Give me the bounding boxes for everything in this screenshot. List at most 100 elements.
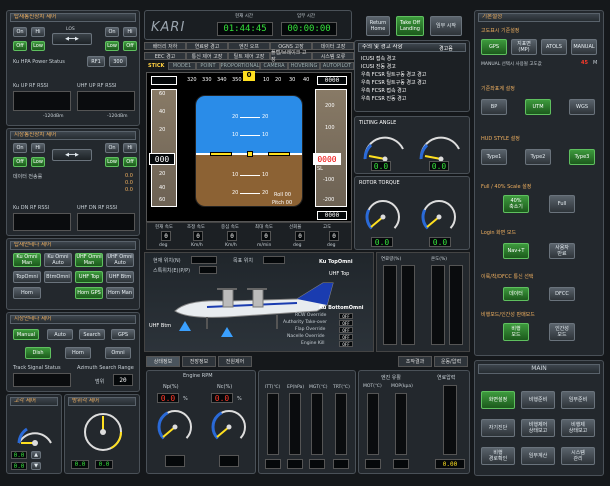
type2-button[interactable]: Type2 <box>525 149 551 165</box>
warn-tab-data[interactable]: 데이터 고장 <box>312 42 354 50</box>
off-button-2[interactable]: Off <box>123 157 137 167</box>
flight-status-report-button[interactable]: 비행제 상태보고 <box>561 419 595 437</box>
horn-button[interactable]: Horn <box>65 347 91 359</box>
override-off[interactable]: OFF <box>339 320 353 326</box>
mission-calc-button[interactable]: 임무계산 <box>521 447 555 465</box>
low-button-2[interactable]: Low <box>105 157 119 167</box>
auto-button[interactable]: Auto <box>47 329 73 340</box>
warn-tab-comm[interactable]: 통신 제어 고장 <box>186 52 228 60</box>
horn-button[interactable]: Horn <box>13 287 41 299</box>
aircraft-wing-right <box>268 152 290 156</box>
uhf-omni-man-button[interactable]: UHF Omni Man <box>75 253 103 267</box>
scale-40-button[interactable]: 40% 축소기 <box>503 195 529 213</box>
atols-button[interactable]: ATOLS <box>541 39 567 55</box>
mode-tab-proportional[interactable]: PROPORTIONAL <box>220 62 260 70</box>
manual-alt-value[interactable]: 45 <box>581 60 588 66</box>
nav-t-button[interactable]: Nav+T <box>503 243 529 259</box>
system-mgmt-button[interactable]: 시스템 관리 <box>561 447 595 465</box>
tab-status-info[interactable]: 상태정보 <box>146 356 180 367</box>
utm-button[interactable]: UTM <box>525 99 551 115</box>
warn-tab-system[interactable]: 시스템 오류 <box>312 52 354 60</box>
mode-tab-hovering[interactable]: HOVERING <box>288 62 320 70</box>
on-button-2[interactable]: On <box>105 143 119 153</box>
range-value[interactable]: 20 <box>113 374 133 386</box>
warn-tab-engine[interactable]: 엔진 오프 <box>228 42 270 50</box>
mission-start-button[interactable]: 임무 시작 <box>430 16 462 36</box>
mission-prep-button[interactable]: 임무준비 <box>561 391 595 409</box>
self-diag-button[interactable]: 자기진단 <box>481 419 515 437</box>
off-button[interactable]: Off <box>13 157 27 167</box>
off-button-2[interactable]: Off <box>123 41 137 51</box>
ground-mp-button[interactable]: 지표면 (MP) <box>511 39 537 55</box>
human-mode-button[interactable]: 인간성 모드 <box>549 323 575 341</box>
readout-val: 0 <box>161 231 171 241</box>
tab-power-control[interactable]: 전원제어 <box>218 356 252 367</box>
warn-tab-flap[interactable]: 플랩/브레이크 고장 <box>270 50 312 63</box>
override-off[interactable]: OFF <box>339 341 353 347</box>
manual-button[interactable]: MANUAL <box>571 39 597 55</box>
tab-motion-pressure[interactable]: 운동/압력 <box>434 356 468 367</box>
ku-omni-auto-button[interactable]: Ku Omni Auto <box>44 253 72 267</box>
warn-tab-battery[interactable]: 배터리 저하 <box>144 42 186 50</box>
omni-button[interactable]: Omni <box>105 347 131 359</box>
hi-button[interactable]: Hi <box>31 143 45 153</box>
low-button-2[interactable]: Low <box>105 41 119 51</box>
takeoff-landing-button[interactable]: Take Off Landing <box>396 16 424 36</box>
type3-button[interactable]: Type3 <box>569 149 595 165</box>
pitch-label: 20 <box>262 190 269 196</box>
top-omni-button[interactable]: TopOmni <box>13 271 41 283</box>
override-off[interactable]: OFF <box>339 327 353 333</box>
low-button[interactable]: Low <box>31 41 45 51</box>
uhf-top-button[interactable]: UHF Top <box>75 271 103 283</box>
screen-settings-button[interactable]: 화면설정 <box>481 391 515 409</box>
mode-tab-autopilot[interactable]: AUTOPILOT <box>320 62 354 70</box>
hi-button-2[interactable]: Hi <box>123 143 137 153</box>
manual-button[interactable]: Manual <box>13 329 39 340</box>
ku-omni-man-button[interactable]: Ku Omni Man <box>13 253 41 267</box>
flight-mode-button[interactable]: 비행 모드 <box>503 323 529 341</box>
uhf-omni-auto-button[interactable]: UHF Omni Auto <box>106 253 134 267</box>
bp-button[interactable]: BP <box>481 99 507 115</box>
uhf-btm-button[interactable]: UHF Btm <box>106 271 134 283</box>
rf1-button[interactable]: RF1 <box>87 56 105 67</box>
on-button[interactable]: On <box>13 143 27 153</box>
tab-ops-result[interactable]: 조작결과 <box>398 356 432 367</box>
down-arrow-icon[interactable]: ▼ <box>31 462 41 470</box>
btm-omni-button[interactable]: BtmOmni <box>44 271 72 283</box>
mode-tab-mode1[interactable]: MODE1 <box>168 62 196 70</box>
low-button[interactable]: Low <box>31 157 45 167</box>
override-off[interactable]: OFF <box>339 313 353 319</box>
data-button[interactable]: 데이터 <box>503 287 529 301</box>
warn-tab-tilt[interactable]: 틸트 제어 고장 <box>228 52 270 60</box>
horn-gps-button[interactable]: Horn GPS <box>75 287 103 299</box>
return-home-button[interactable]: Return Home <box>366 16 390 36</box>
warn-tab-fuel[interactable]: 연료량 경고 <box>186 42 228 50</box>
warn-tab-eec[interactable]: EEC 경고 <box>144 52 186 60</box>
on-button-2[interactable]: On <box>105 27 119 37</box>
user-expire-button[interactable]: 사용자 만료 <box>549 243 575 259</box>
wgs-button[interactable]: WGS <box>569 99 595 115</box>
flight-ctrl-report-button[interactable]: 비행제어 상태보고 <box>521 419 555 437</box>
dfcc-button[interactable]: DFCC <box>549 287 575 301</box>
type1-button[interactable]: Type1 <box>481 149 507 165</box>
hi-button-2[interactable]: Hi <box>123 27 137 37</box>
on-button[interactable]: On <box>13 27 27 37</box>
r300-button[interactable]: 300 <box>109 56 127 67</box>
up-arrow-icon[interactable]: ▲ <box>31 451 41 459</box>
dish-button[interactable]: Dish <box>25 347 51 359</box>
horn-man-button[interactable]: Horn Man <box>106 287 134 299</box>
override-off[interactable]: OFF <box>339 334 353 340</box>
mode-tab-camera[interactable]: CAMERA <box>260 62 288 70</box>
mode-tabs: STICK MODE1 POINT PROPORTIONAL CAMERA HO… <box>144 62 354 71</box>
tab-electric-info[interactable]: 전장정보 <box>182 356 216 367</box>
scale-full-button[interactable]: Full <box>549 195 575 213</box>
gps-button[interactable]: GPS <box>481 39 507 55</box>
gps-button[interactable]: GPS <box>111 329 135 340</box>
alarm-sound-label[interactable]: 경고음 <box>439 45 453 52</box>
search-button[interactable]: Search <box>79 329 105 340</box>
flight-path-button[interactable]: 비행 경로확인 <box>481 447 515 465</box>
mode-tab-point[interactable]: POINT <box>196 62 220 70</box>
hi-button[interactable]: Hi <box>31 27 45 37</box>
flight-prep-button[interactable]: 비행준비 <box>521 391 555 409</box>
off-button[interactable]: Off <box>13 41 27 51</box>
